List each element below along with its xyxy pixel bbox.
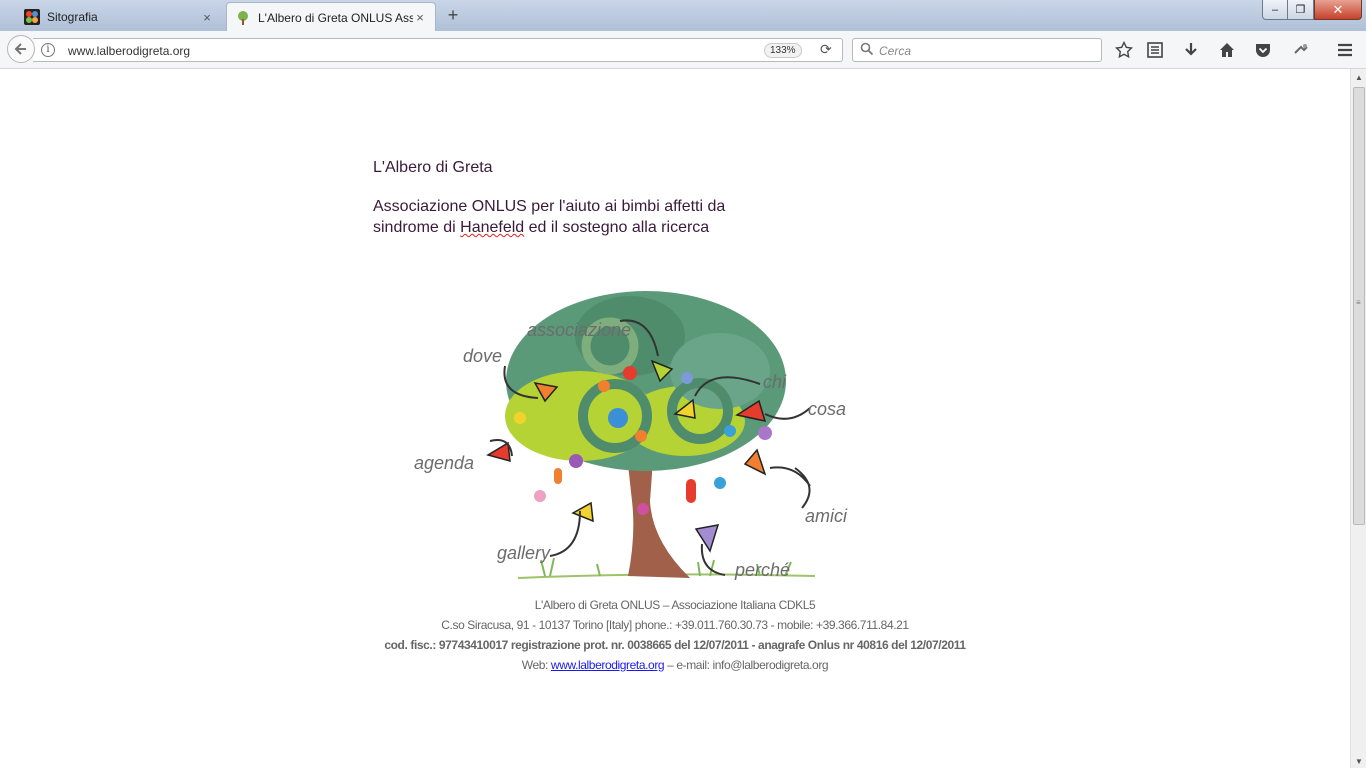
- scrollbar-thumb[interactable]: ≡: [1353, 87, 1365, 525]
- home-icon[interactable]: [1216, 39, 1238, 61]
- tree-link-dove[interactable]: dove: [463, 346, 502, 366]
- tab-strip: Sitografia × L'Albero di Greta ONLUS Ass…: [0, 0, 1366, 32]
- search-icon: [860, 42, 874, 56]
- zoom-indicator[interactable]: 133%: [764, 43, 802, 58]
- description-text: sindrome di: [373, 219, 461, 236]
- footer-address: C.so Siracusa, 91 - 10137 Torino [Italy]…: [441, 618, 909, 632]
- joomla-favicon-icon: [24, 9, 40, 25]
- vertical-scrollbar[interactable]: ▲ ≡ ▼: [1350, 69, 1366, 768]
- close-window-button[interactable]: ✕: [1314, 0, 1362, 20]
- maximize-button[interactable]: ❐: [1288, 0, 1314, 20]
- menu-hamburger-icon[interactable]: [1334, 39, 1356, 61]
- footer-email: – e-mail: info@lalberodigreta.org: [664, 658, 829, 672]
- tab-sitografia[interactable]: Sitografia ×: [16, 2, 222, 32]
- scroll-up-arrow-icon[interactable]: ▲: [1355, 73, 1363, 82]
- tree-link-chi[interactable]: chi: [763, 372, 787, 392]
- tab-close-icon[interactable]: ×: [200, 10, 214, 25]
- tree-link-gallery[interactable]: gallery: [497, 543, 551, 563]
- navigation-bar: i www.lalberodigreta.org 133% ⟳ Cerca: [0, 31, 1366, 69]
- bookmarks-list-icon[interactable]: [1144, 39, 1166, 61]
- url-text[interactable]: www.lalberodigreta.org: [68, 44, 190, 58]
- page-footer: L'Albero di Greta ONLUS – Associazione I…: [380, 595, 970, 675]
- description-text: ed il sostegno alla ricerca: [524, 219, 710, 236]
- description-line-1: Associazione ONLUS per l'aiuto ai bimbi …: [373, 198, 726, 215]
- page-content: L'Albero di Greta Associazione ONLUS per…: [0, 69, 1350, 768]
- search-bar[interactable]: Cerca: [852, 38, 1102, 62]
- download-icon[interactable]: [1180, 39, 1202, 61]
- bookmark-star-icon[interactable]: [1113, 39, 1135, 61]
- tree-canopy: [505, 291, 786, 471]
- footer-website-link[interactable]: www.lalberodigreta.org: [551, 658, 665, 672]
- new-tab-button[interactable]: +: [443, 5, 463, 26]
- scroll-down-arrow-icon[interactable]: ▼: [1355, 757, 1363, 766]
- tree-link-amici[interactable]: amici: [805, 506, 848, 526]
- tree-favicon-icon: [238, 10, 248, 25]
- minimize-button[interactable]: –: [1262, 0, 1288, 20]
- footer-web-label: Web:: [521, 658, 551, 672]
- tab-title: L'Albero di Greta ONLUS Associazione: [258, 10, 413, 25]
- tree-link-agenda[interactable]: agenda: [414, 453, 474, 473]
- reload-icon[interactable]: ⟳: [820, 41, 832, 58]
- tab-close-icon[interactable]: ×: [413, 10, 427, 25]
- footer-registration: cod. fisc.: 97743410017 registrazione pr…: [384, 638, 966, 652]
- footer-contacts: Web: www.lalberodigreta.org – e-mail: in…: [380, 655, 970, 675]
- tree-link-cosa[interactable]: cosa: [808, 399, 846, 419]
- back-button[interactable]: [7, 35, 35, 63]
- page-title: L'Albero di Greta: [373, 159, 493, 176]
- tab-title: Sitografia: [47, 10, 98, 24]
- tree-link-associazione[interactable]: associazione: [527, 320, 631, 340]
- url-bar[interactable]: i www.lalberodigreta.org 133% ⟳: [33, 38, 843, 62]
- pocket-icon[interactable]: [1252, 39, 1274, 61]
- extension-icon[interactable]: [1290, 39, 1312, 61]
- scrollbar-grip-icon: ≡: [1356, 298, 1361, 307]
- misspelled-word: Hanefeld: [460, 219, 525, 236]
- tab-albero-di-greta[interactable]: L'Albero di Greta ONLUS Associazione ×: [226, 2, 436, 32]
- tree-link-perche[interactable]: perché: [734, 560, 790, 580]
- page-description: Associazione ONLUS per l'aiuto ai bimbi …: [373, 196, 793, 238]
- site-info-icon[interactable]: i: [41, 43, 55, 57]
- tree-navigation-image: associazione dove chi cosa agenda amici …: [414, 291, 848, 580]
- search-placeholder: Cerca: [879, 44, 912, 58]
- back-arrow-icon: [14, 43, 26, 55]
- footer-organization: L'Albero di Greta ONLUS – Associazione I…: [534, 598, 816, 612]
